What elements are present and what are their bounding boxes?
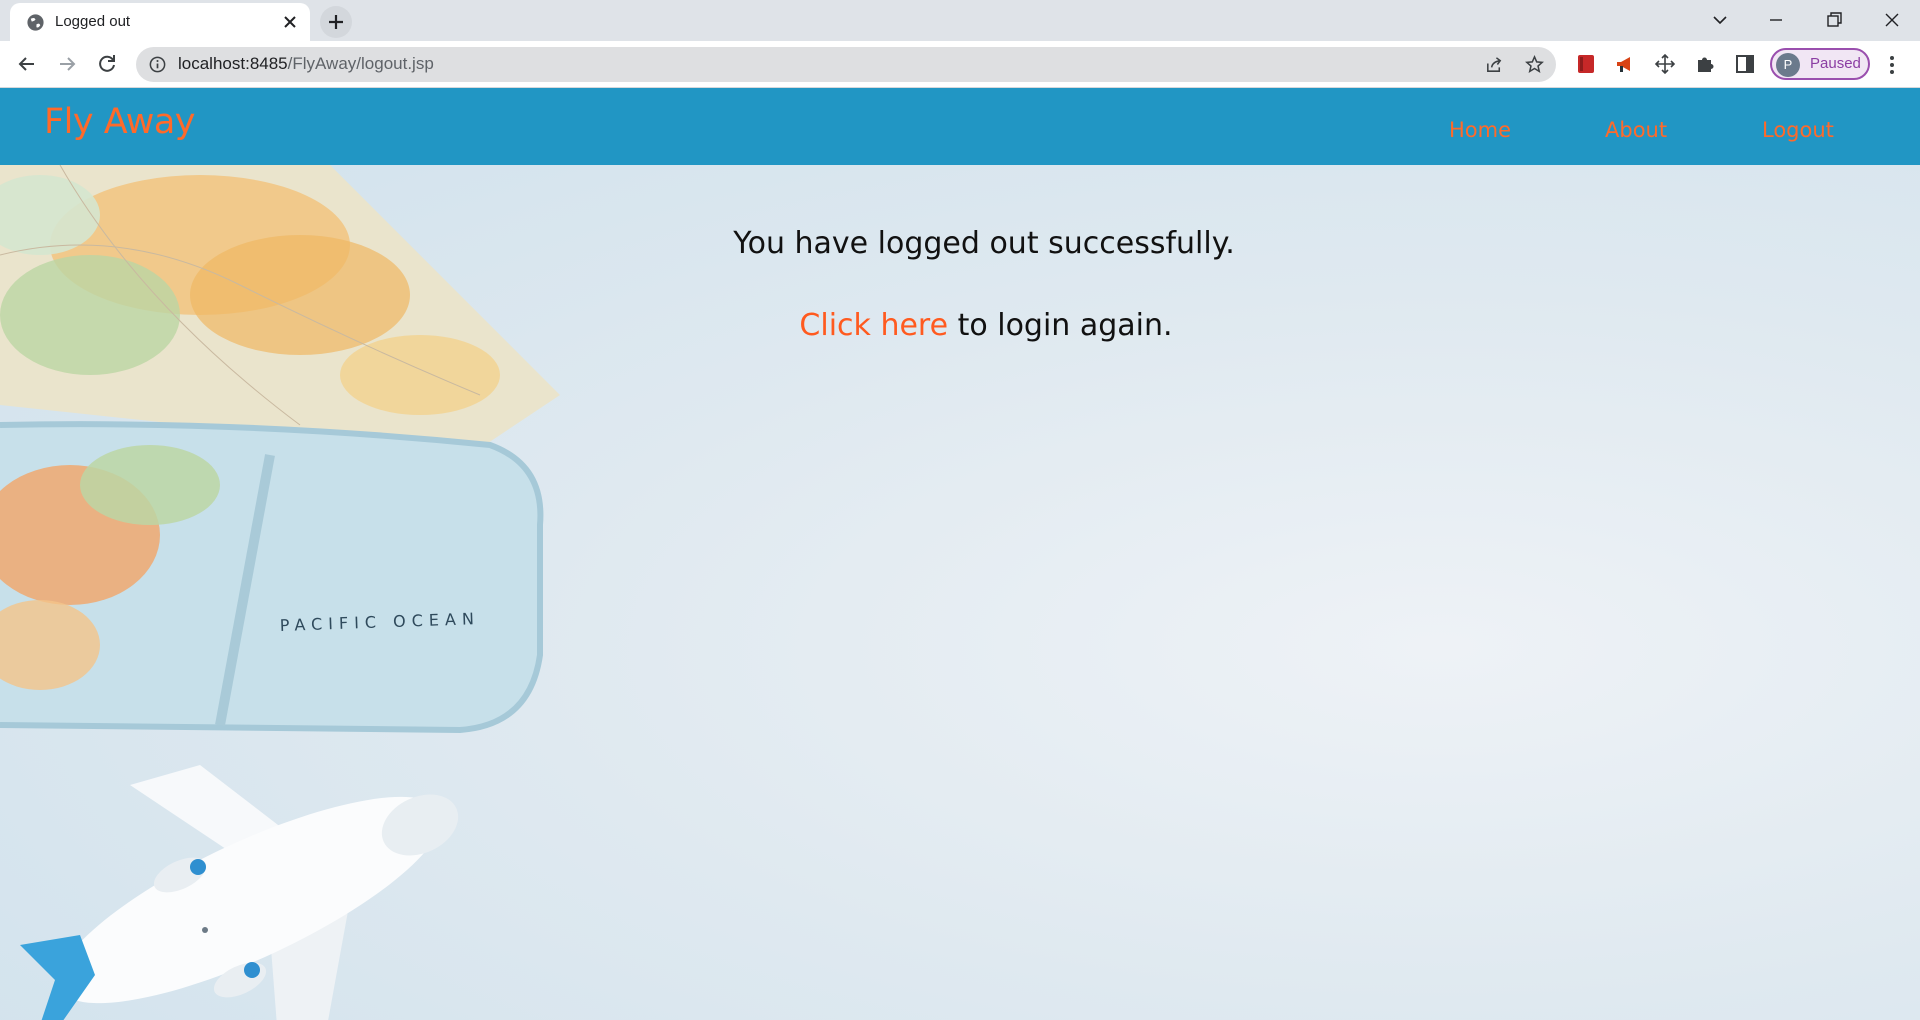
login-again-line: Click here to login again. (0, 308, 1920, 343)
extension-move-icon[interactable] (1654, 53, 1676, 75)
extension-megaphone-icon[interactable] (1614, 53, 1636, 75)
url-text[interactable]: localhost:8485/FlyAway/logout.jsp (178, 54, 434, 74)
site-navbar: Fly Away Home About Logout (0, 88, 1920, 165)
plus-icon (329, 15, 343, 29)
toy-airplane-illustration (20, 765, 459, 1020)
profile-button[interactable]: P Paused (1770, 48, 1870, 80)
url-path: /FlyAway/logout.jsp (287, 54, 434, 73)
brand-logo[interactable]: Fly Away (44, 102, 196, 142)
back-arrow-icon[interactable] (14, 51, 40, 77)
bookmark-star-icon[interactable] (1524, 54, 1545, 75)
browser-tab[interactable]: Logged out (10, 3, 310, 41)
address-bar[interactable]: localhost:8485/FlyAway/logout.jsp (136, 47, 1556, 82)
avatar: P (1776, 53, 1800, 77)
travel-background-image: PACIFIC OCEAN (0, 165, 560, 1020)
nav-home-link[interactable]: Home (1449, 118, 1511, 142)
forward-arrow-icon[interactable] (54, 51, 80, 77)
browser-tabstrip: Logged out (0, 0, 1920, 41)
login-again-link[interactable]: Click here (799, 308, 948, 343)
logout-message: You have logged out successfully. (733, 226, 1235, 261)
login-again-text: to login again. (948, 308, 1173, 343)
nav-about-link[interactable]: About (1605, 118, 1667, 142)
url-host: localhost:8485 (178, 54, 288, 73)
site-info-icon[interactable] (148, 55, 167, 74)
globe-icon (27, 14, 44, 31)
restore-icon[interactable] (1822, 8, 1846, 32)
extension-red-book-icon[interactable] (1575, 53, 1597, 75)
tab-title: Logged out (55, 13, 131, 30)
browser-toolbar: localhost:8485/FlyAway/logout.jsp P Paus… (0, 41, 1920, 88)
new-tab-button[interactable] (320, 6, 352, 38)
side-panel-icon[interactable] (1734, 53, 1756, 75)
share-icon[interactable] (1484, 54, 1505, 75)
reload-icon[interactable] (94, 51, 120, 77)
minimize-icon[interactable] (1764, 8, 1788, 32)
tab-search-chevron-icon[interactable] (1708, 8, 1732, 32)
profile-status: Paused (1810, 55, 1861, 72)
browser-menu-icon[interactable] (1882, 53, 1902, 77)
page-viewport: PACIFIC OCEAN Fly Away Home About Logout… (0, 88, 1920, 1020)
nav-logout-link[interactable]: Logout (1762, 118, 1834, 142)
close-tab-icon[interactable] (280, 12, 300, 32)
extensions-puzzle-icon[interactable] (1694, 53, 1716, 75)
close-window-icon[interactable] (1880, 8, 1904, 32)
